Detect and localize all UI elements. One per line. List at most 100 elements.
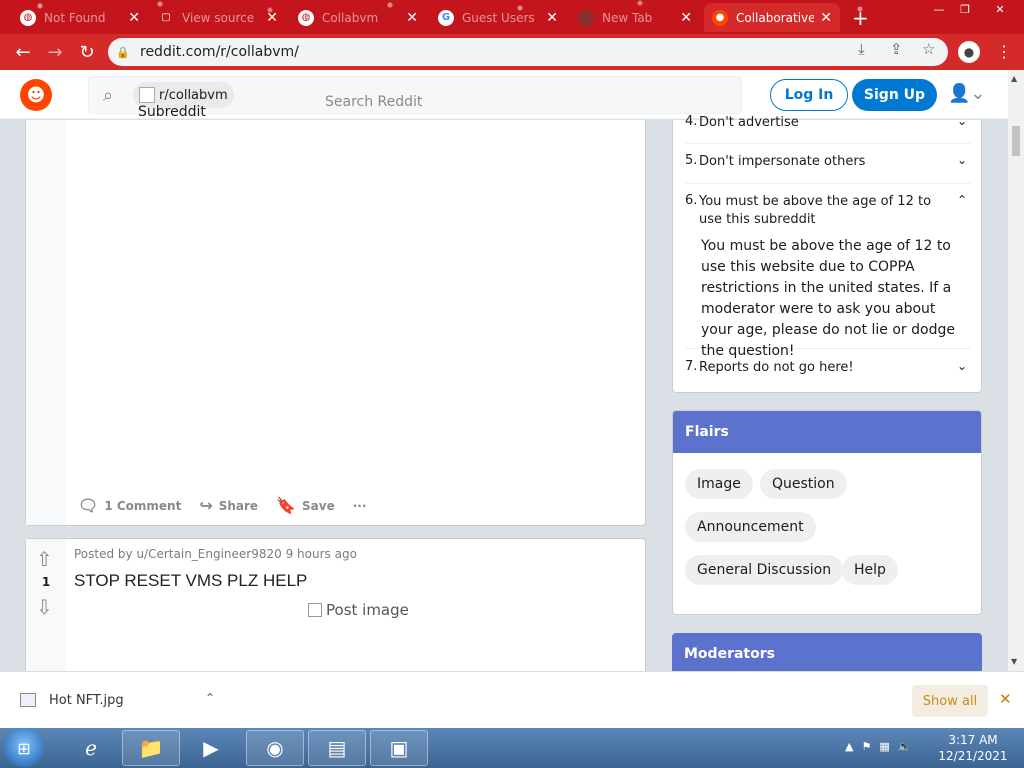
- reload-icon[interactable]: ↻: [76, 41, 98, 63]
- chevron-down-icon: ⌄: [956, 153, 967, 167]
- tab-collaborative[interactable]: ● Collaborative ✕: [704, 3, 840, 32]
- clock[interactable]: 3:17 AM 12/21/2021: [938, 732, 1008, 764]
- more-options-button[interactable]: ···: [353, 499, 367, 513]
- taskbar: ⊞ ℯ 📁 ▶ ◉ ▤ ▣ ▲ ⚑ ▦ 🔈 3:17 AM 12/21/2021: [0, 728, 1024, 768]
- downvote-icon[interactable]: ⇩: [36, 595, 53, 619]
- rule-text: Don't advertise: [699, 115, 799, 130]
- rule-item[interactable]: 5. Don't impersonate others ⌄: [685, 153, 971, 184]
- flair-chip[interactable]: Question: [760, 469, 847, 499]
- rule-number: 5.: [685, 153, 698, 168]
- save-button[interactable]: 🔖 Save: [276, 496, 335, 515]
- broken-image-icon: [139, 87, 155, 103]
- login-button[interactable]: Log In: [770, 79, 848, 111]
- network-icon[interactable]: ▦: [879, 740, 889, 753]
- rule-text: Reports do not go here!: [699, 360, 854, 375]
- task-manager-icon[interactable]: ▤: [308, 730, 366, 766]
- comment-icon: 🗨: [78, 496, 99, 515]
- tab-title: Not Found: [44, 10, 106, 25]
- signup-button[interactable]: Sign Up: [852, 79, 937, 111]
- back-icon[interactable]: ←: [12, 41, 34, 63]
- minimize-button[interactable]: —: [926, 0, 952, 18]
- new-tab-button[interactable]: +: [852, 6, 869, 30]
- new-tab-icon: [578, 9, 594, 26]
- chevron-down-icon: ⌄: [956, 114, 967, 128]
- forward-icon[interactable]: →: [44, 41, 66, 63]
- save-label: Save: [302, 498, 335, 513]
- install-icon[interactable]: ⤓: [858, 40, 865, 58]
- post-meta: Posted by u/Certain_Engineer9820 9 hours…: [74, 547, 357, 561]
- document-icon: ▢: [161, 12, 171, 23]
- profile-icon[interactable]: ●: [958, 41, 980, 63]
- flair-chip[interactable]: Announcement: [685, 512, 816, 542]
- reddit-logo-icon[interactable]: ☻: [20, 79, 52, 111]
- start-button[interactable]: ⊞: [4, 729, 44, 767]
- image-viewer-icon[interactable]: ▣: [370, 730, 428, 766]
- post-title[interactable]: STOP RESET VMS PLZ HELP: [74, 571, 307, 591]
- clock-date: 12/21/2021: [938, 749, 1008, 763]
- post-card[interactable]: ⇧ 1 ⇩ Posted by u/Certain_Engineer9820 9…: [25, 538, 646, 678]
- flair-chip[interactable]: General Discussion: [685, 555, 844, 585]
- tab-strip: ◍ Not Found ✕ ▢ View source ✕ ◍ Collabvm…: [0, 0, 1024, 34]
- close-icon[interactable]: ✕: [266, 10, 278, 26]
- chevron-up-icon: ⌃: [956, 193, 967, 207]
- comments-button[interactable]: 🗨 1 Comment: [78, 496, 181, 515]
- browser-toolbar: ← → ↻ 🔒 reddit.com/r/collabvm/ ⤓ ⇪ ☆ ● ⋮: [0, 34, 1024, 70]
- upvote-icon[interactable]: ⇧: [36, 547, 53, 571]
- close-icon[interactable]: ✕: [680, 10, 692, 26]
- download-filename[interactable]: Hot NFT.jpg: [49, 693, 124, 708]
- share-button[interactable]: ↪ Share: [199, 496, 258, 515]
- rule-number: 7.: [685, 359, 698, 374]
- chrome-icon[interactable]: ◉: [246, 730, 304, 766]
- system-tray: ▲ ⚑ ▦ 🔈: [845, 740, 911, 753]
- moderators-heading: Moderators: [672, 633, 982, 673]
- scroll-up-arrow-icon[interactable]: ▲: [1011, 74, 1017, 83]
- page-scrollbar[interactable]: ▲ ▼: [1008, 70, 1024, 671]
- internet-explorer-icon[interactable]: ℯ: [62, 730, 120, 766]
- user-menu-icon[interactable]: 👤⌄: [948, 83, 986, 104]
- chevron-up-icon[interactable]: ⌃: [205, 691, 215, 705]
- address-bar[interactable]: 🔒 reddit.com/r/collabvm/: [108, 38, 948, 66]
- tab-guest-users[interactable]: G Guest Users ✕: [430, 3, 566, 32]
- action-center-icon[interactable]: ⚑: [861, 740, 871, 753]
- browser-menu-icon[interactable]: ⋮: [996, 42, 1012, 61]
- restore-button[interactable]: ❐: [952, 0, 978, 18]
- tab-not-found[interactable]: ◍ Not Found ✕: [12, 3, 148, 32]
- file-explorer-icon[interactable]: 📁: [122, 730, 180, 766]
- show-all-button[interactable]: Show all: [912, 685, 988, 717]
- search-placeholder: Search Reddit: [325, 94, 423, 110]
- close-icon[interactable]: ✕: [820, 10, 832, 26]
- rule-text: You must be above the age of 12 to use t…: [699, 194, 932, 227]
- close-icon[interactable]: ✕: [128, 10, 140, 26]
- vote-count: 1: [41, 575, 51, 589]
- close-icon[interactable]: ✕: [406, 10, 418, 26]
- window-close-button[interactable]: ✕: [982, 0, 1018, 18]
- downloads-bar: Hot NFT.jpg ⌃ Show all ✕: [0, 671, 1024, 728]
- share-icon[interactable]: ⇪: [890, 40, 903, 58]
- image-file-icon: [20, 693, 36, 707]
- rule-item[interactable]: 4. Don't advertise ⌄: [685, 114, 971, 144]
- post-image[interactable]: Post image: [308, 601, 409, 619]
- close-icon[interactable]: ✕: [546, 10, 558, 26]
- volume-icon[interactable]: 🔈: [898, 740, 912, 753]
- media-player-icon[interactable]: ▶: [182, 730, 240, 766]
- rule-description: You must be above the age of 12 to use t…: [701, 238, 955, 359]
- tab-title: Guest Users: [462, 10, 535, 25]
- post-actions: 🗨 1 Comment ↪ Share 🔖 Save ···: [78, 496, 366, 515]
- flair-chip[interactable]: Help: [842, 555, 898, 585]
- bookmark-star-icon[interactable]: ☆: [922, 40, 935, 58]
- tab-new-tab[interactable]: New Tab ✕: [570, 3, 700, 32]
- flair-chip[interactable]: Image: [685, 469, 753, 499]
- google-icon: G: [438, 9, 454, 26]
- share-label: Share: [218, 498, 259, 513]
- scroll-down-arrow-icon[interactable]: ▼: [1011, 657, 1017, 666]
- tab-view-source[interactable]: ▢ View source ✕: [150, 3, 286, 32]
- tab-collabvm[interactable]: ◍ Collabvm ✕: [290, 3, 426, 32]
- tab-title: View source: [182, 10, 255, 25]
- globe-icon: ◍: [298, 9, 314, 26]
- scroll-thumb[interactable]: [1012, 126, 1020, 156]
- close-icon[interactable]: ✕: [999, 690, 1012, 708]
- more-options-icon: ···: [352, 498, 367, 513]
- rule-item[interactable]: 7. Reports do not go here! ⌄: [685, 359, 971, 385]
- tab-title: Collaborative: [736, 10, 815, 25]
- tray-expand-icon[interactable]: ▲: [845, 740, 853, 753]
